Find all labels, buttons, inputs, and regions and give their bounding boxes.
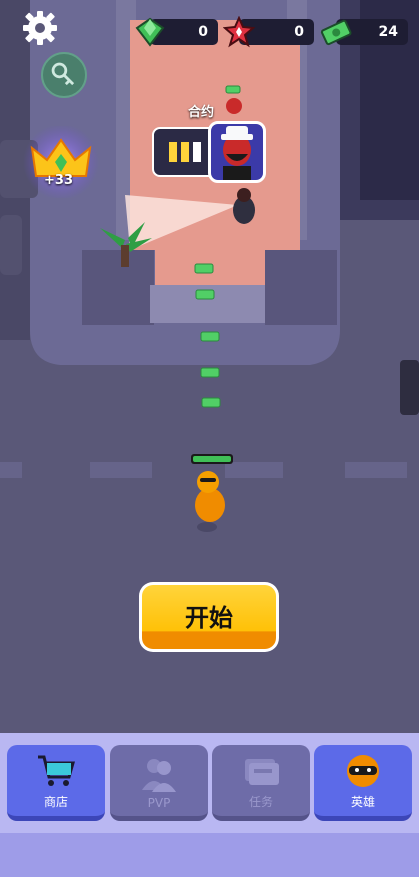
nav-pvp-button[interactable]: PVP: [110, 745, 208, 821]
pvp-people-icon: [142, 759, 176, 792]
cash-count: 24: [378, 24, 398, 40]
shopping-cart-icon: [38, 755, 75, 786]
gem-count: 0: [198, 24, 208, 40]
nav-tasks-button[interactable]: 任务: [212, 745, 310, 821]
nav-shop-label: 商店: [43, 795, 68, 809]
target-portrait[interactable]: [208, 121, 266, 183]
player-health-bar: [191, 454, 233, 464]
progress-bar-filled: [181, 142, 189, 162]
nav-tasks-label: 任务: [248, 795, 273, 809]
key-skill-button[interactable]: [41, 52, 87, 98]
start-button-label: 开始: [142, 585, 276, 649]
contract-label: 合约: [188, 105, 215, 120]
token-shuriken-icon: [223, 16, 255, 48]
hero-ninja-icon: [347, 755, 379, 787]
nav-heroes-label: 英雄: [350, 795, 375, 809]
settings-gear-icon[interactable]: [20, 8, 60, 48]
start-button[interactable]: 开始: [139, 582, 279, 652]
progress-bar-empty: [193, 142, 201, 162]
nav-shop-button[interactable]: 商店: [7, 745, 105, 821]
gem-icon: [135, 17, 165, 47]
nav-pvp-label: PVP: [147, 796, 171, 810]
token-count: 0: [294, 24, 304, 40]
player-health-fill: [193, 456, 231, 462]
cash-icon: [320, 19, 352, 46]
tasks-ticket-icon: [245, 759, 279, 785]
progress-bar-filled: [169, 142, 177, 162]
nav-heroes-button[interactable]: 英雄: [314, 745, 412, 821]
crown-count: +33: [44, 173, 73, 188]
key-icon: [51, 62, 75, 86]
target-portrait-icon: [221, 126, 253, 180]
